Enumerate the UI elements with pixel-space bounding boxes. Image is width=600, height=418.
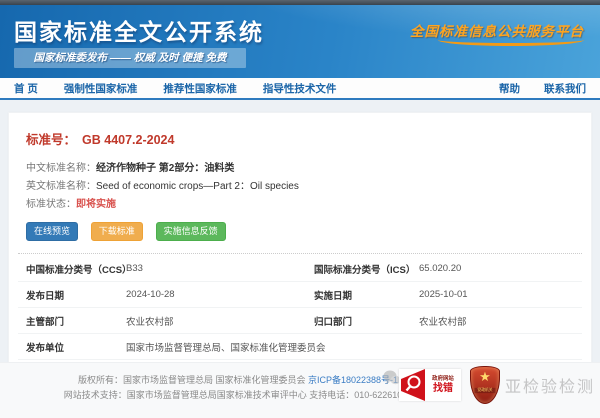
table-row-departments: 主管部门 农业农村部 归口部门 农业农村部 xyxy=(18,308,582,334)
nav-recommended-standards[interactable]: 推荐性国家标准 xyxy=(163,81,237,96)
status-label: 标准状态： xyxy=(26,199,76,210)
download-standard-button[interactable]: 下载标准 xyxy=(91,222,143,241)
publisher-value: 国家市场监督管理总局、国家标准化管理委员会 xyxy=(126,340,582,354)
publish-date-value: 2024-10-28 xyxy=(126,289,314,300)
main-nav: 首 页 强制性国家标准 推荐性国家标准 指导性技术文件 帮助 联系我们 xyxy=(0,78,600,100)
cn-name-value: 经济作物种子 第2部分：油料类 xyxy=(96,163,234,174)
en-name-label: 英文标准名称： xyxy=(26,181,96,192)
tech-support-line: 网站技术支持：国家市场监督管理总局国家标准技术审评中心 支持电话：010-622… xyxy=(28,388,448,403)
nav-mandatory-standards[interactable]: 强制性国家标准 xyxy=(64,81,138,96)
implement-date-label: 实施日期 xyxy=(314,288,419,302)
platform-slogan-link[interactable]: 全国标准信息公共服务平台 xyxy=(410,20,584,46)
swoosh-underline xyxy=(438,40,584,46)
error-logo-bottom-text: 找错 xyxy=(425,384,461,394)
site-banner: 国家标准全文公开系统 国家标准委发布 —— 权威 及时 便捷 免费 全国标准信息… xyxy=(0,5,600,78)
action-button-row: 在线预览 下载标准 实施信息反馈 xyxy=(26,222,582,241)
table-row-publisher: 发布单位 国家市场监督管理总局、国家标准化管理委员会 xyxy=(18,334,582,360)
implementation-feedback-button[interactable]: 实施信息反馈 xyxy=(156,222,226,241)
government-badge-icon[interactable]: ★ 党政机关 xyxy=(470,366,500,404)
error-logo-top-text: 政府网站 xyxy=(427,376,459,381)
standard-number-label: 标准号： xyxy=(26,133,76,147)
magnifier-icon xyxy=(399,369,425,401)
website-error-report-logo[interactable]: 政府网站 找错 xyxy=(399,369,461,401)
status-line: 标准状态：即将实施 xyxy=(26,198,582,211)
online-preview-button[interactable]: 在线预览 xyxy=(26,222,78,241)
publisher-label: 发布单位 xyxy=(26,340,126,354)
en-name-line: 英文标准名称：Seed of economic crops—Part 2：Oil… xyxy=(26,180,582,193)
ics-value: 65.020.20 xyxy=(419,263,582,274)
table-row-dates: 发布日期 2024-10-28 实施日期 2025-10-01 xyxy=(18,282,582,308)
standard-detail-card: 标准号： GB 4407.2-2024 中文标准名称：经济作物种子 第2部分：油料… xyxy=(8,112,592,387)
en-name-value: Seed of economic crops—Part 2：Oil specie… xyxy=(96,181,299,192)
centralized-dept-label: 归口部门 xyxy=(314,314,419,328)
cn-name-label: 中文标准名称： xyxy=(26,163,96,174)
nav-contact-us[interactable]: 联系我们 xyxy=(544,81,586,96)
dotted-divider xyxy=(18,253,582,254)
site-subtitle: 国家标准委发布 —— 权威 及时 便捷 免费 xyxy=(14,48,246,68)
nav-left: 首 页 强制性国家标准 推荐性国家标准 指导性技术文件 xyxy=(14,81,362,96)
competent-dept-value: 农业农村部 xyxy=(126,314,314,328)
implement-date-value: 2025-10-01 xyxy=(419,289,582,300)
nav-home[interactable]: 首 页 xyxy=(14,81,38,96)
footer: 版权所有：国家市场监督管理总局 国家标准化管理委员会 京ICP备18022388… xyxy=(0,362,600,418)
ccs-value: B33 xyxy=(126,263,314,274)
platform-slogan-text: 全国标准信息公共服务平台 xyxy=(410,24,584,39)
copyright-text: 版权所有：国家市场监督管理总局 国家标准化管理委员会 xyxy=(78,375,308,385)
watermark-right-text: 亚检验检测 xyxy=(505,373,595,397)
centralized-dept-value: 农业农村部 xyxy=(419,314,582,328)
table-row-classification: 中国标准分类号（CCS） B33 国际标准分类号（ICS） 65.020.20 xyxy=(18,256,582,282)
site-title: 国家标准全文公开系统 xyxy=(14,13,264,47)
content-area: 标准号： GB 4407.2-2024 中文标准名称：经济作物种子 第2部分：油料… xyxy=(0,100,600,387)
badge-label: 党政机关 xyxy=(475,388,496,393)
cn-name-line: 中文标准名称：经济作物种子 第2部分：油料类 xyxy=(26,162,582,175)
nav-right: 帮助 联系我们 xyxy=(475,81,586,96)
badge-star-icon: ★ xyxy=(471,367,499,387)
ics-label: 国际标准分类号（ICS） xyxy=(314,262,419,276)
nav-help[interactable]: 帮助 xyxy=(499,81,520,96)
ccs-label: 中国标准分类号（CCS） xyxy=(26,262,126,276)
competent-dept-label: 主管部门 xyxy=(26,314,126,328)
publish-date-label: 发布日期 xyxy=(26,288,126,302)
error-logo-texts: 政府网站 找错 xyxy=(425,376,461,394)
status-badge: 即将实施 xyxy=(76,199,116,210)
standard-number: GB 4407.2-2024 xyxy=(82,133,174,147)
standard-number-line: 标准号： GB 4407.2-2024 xyxy=(26,129,582,148)
nav-guiding-documents[interactable]: 指导性技术文件 xyxy=(263,81,337,96)
